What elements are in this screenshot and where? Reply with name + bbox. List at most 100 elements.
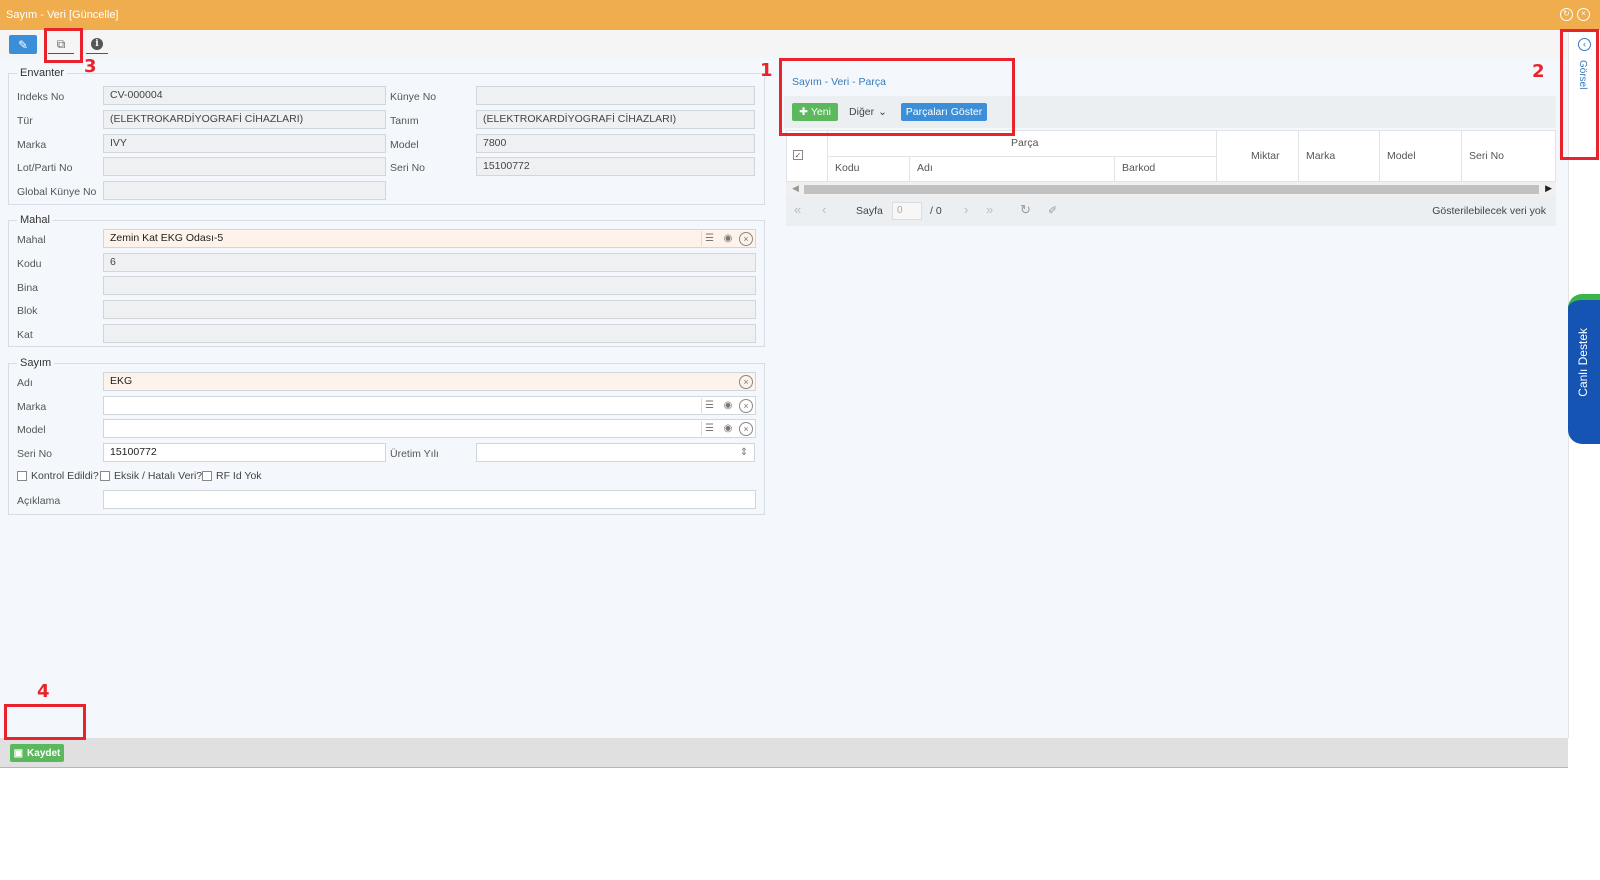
highlight-box-4 [4,704,86,740]
model-label: Model [390,139,419,151]
list-icon[interactable]: ☰ [701,398,717,413]
rfid-checkbox[interactable]: RF Id Yok [202,470,262,482]
mahal-kodu-label: Kodu [17,258,42,270]
kunye-field[interactable] [476,86,755,105]
eye-icon[interactable]: ◉ [720,398,736,413]
first-page-icon[interactable]: « [794,202,801,217]
uretim-field[interactable]: ⇕ [476,443,755,462]
eye-icon[interactable]: ◉ [720,421,736,436]
toolbar: ✎ ⧉ i [0,30,1568,58]
select-all-checkbox[interactable]: ✓ [793,150,803,160]
scroll-right-icon[interactable]: ▶ [1545,183,1552,194]
scrollbar-thumb[interactable] [804,185,1539,194]
rfid-label: RF Id Yok [216,470,262,482]
prev-page-icon[interactable]: ‹ [822,202,826,217]
main-form: ✎ ⧉ i Envanter Indeks No CV-000004 Künye… [0,30,1568,768]
pager: « ‹ Sayfa 0 / 0 › » ↻ ✐ Gösterilebilecek… [786,196,1556,226]
refresh-icon[interactable]: ↻ [1560,8,1573,21]
annotation-4: 4 [37,681,50,702]
tur-label: Tür [17,115,33,127]
tanim-label: Tanım [390,115,419,127]
checkbox-box[interactable] [17,471,27,481]
tur-field[interactable]: (ELEKTROKARDİYOGRAFİ CİHAZLARI) [103,110,386,129]
page-label: Sayfa [856,205,883,217]
clear-icon[interactable]: × [739,374,753,389]
sayim-seri-field[interactable]: 15100772 [103,443,386,462]
marka-field[interactable]: IVY [103,134,386,153]
spinner-icon[interactable]: ⇕ [736,445,752,460]
edit-button[interactable]: ✎ [9,35,37,54]
adi-field[interactable]: EKG × [103,372,756,391]
mahal-label: Mahal [17,234,46,246]
eksik-checkbox[interactable]: Eksik / Hatalı Veri? [100,470,202,482]
clear-icon[interactable]: × [739,421,753,436]
list-icon[interactable]: ☰ [701,421,717,436]
col-barkod[interactable]: Barkod [1122,162,1155,174]
seri-field[interactable]: 15100772 [476,157,755,176]
next-page-icon[interactable]: › [964,202,968,217]
clear-icon[interactable]: × [739,398,753,413]
close-icon[interactable]: × [1577,8,1590,21]
save-button[interactable]: ▣ Kaydet [10,744,64,762]
global-kunye-label: Global Künye No [17,186,97,198]
aciklama-field[interactable] [103,490,756,509]
sayim-legend: Sayım [20,357,52,369]
global-kunye-field[interactable] [103,181,386,200]
indeks-field[interactable]: CV-000004 [103,86,386,105]
col-model[interactable]: Model [1387,150,1416,162]
blok-label: Blok [17,305,38,317]
page-total: / 0 [930,205,942,217]
mahal-field[interactable]: Zemin Kat EKG Odası-5 ☰ ◉ × [103,229,756,248]
col-seri-no[interactable]: Seri No [1469,150,1504,162]
eraser-icon[interactable]: ✐ [1048,204,1057,217]
group-header-parca: Parça [1011,137,1039,149]
highlight-box-2 [1560,29,1599,160]
col-miktar[interactable]: Miktar [1251,150,1280,162]
highlight-box-3 [44,28,83,63]
adi-value: EKG [110,375,133,387]
bina-label: Bina [17,282,39,294]
col-kodu[interactable]: Kodu [835,162,860,174]
checkbox-box[interactable] [202,471,212,481]
kontrol-label: Kontrol Edildi? [31,470,99,482]
live-support-label: Canlı Destek [1576,328,1590,397]
mahal-value: Zemin Kat EKG Odası-5 [110,232,224,244]
annotation-3: 3 [84,56,97,77]
parts-grid: ✓ Parça Kodu Adı Barkod Miktar Marka Mod… [786,130,1556,183]
kat-field[interactable] [103,324,756,343]
tanim-field[interactable]: (ELEKTROKARDİYOGRAFİ CİHAZLARI) [476,110,755,129]
checkbox-box[interactable] [100,471,110,481]
kunye-label: Künye No [390,91,437,103]
live-support-tab[interactable]: Canlı Destek [1568,294,1600,444]
adi-label: Adı [17,377,33,389]
mahal-kodu-field[interactable]: 6 [103,253,756,272]
sayim-model-label: Model [17,424,46,436]
model-field[interactable]: 7800 [476,134,755,153]
bina-field[interactable] [103,276,756,295]
empty-message: Gösterilebilecek veri yok [1432,205,1546,217]
scroll-left-icon[interactable]: ◀ [792,183,799,194]
clear-icon[interactable]: × [739,231,753,246]
window-title-bar: Sayım - Veri [Güncelle] ↻ × [0,0,1600,30]
horizontal-scrollbar[interactable]: ◀ ▶ [786,182,1556,196]
sayim-model-field[interactable]: ☰ ◉ × [103,419,756,438]
lot-field[interactable] [103,157,386,176]
lot-label: Lot/Parti No [17,162,73,174]
window-title: Sayım - Veri [Güncelle] [6,9,119,21]
sayim-marka-field[interactable]: ☰ ◉ × [103,396,756,415]
col-marka[interactable]: Marka [1306,150,1335,162]
page-input[interactable]: 0 [892,202,922,220]
refresh-icon[interactable]: ↻ [1020,202,1031,218]
list-icon[interactable]: ☰ [701,231,717,246]
edit-icon: ✎ [17,37,29,52]
blok-field[interactable] [103,300,756,319]
info-button[interactable]: i [86,35,108,54]
eye-icon[interactable]: ◉ [720,231,736,246]
sayim-seri-label: Seri No [17,448,53,460]
col-adi[interactable]: Adı [917,162,933,174]
kat-label: Kat [17,329,33,341]
kontrol-checkbox[interactable]: Kontrol Edildi? [17,470,99,482]
mahal-legend: Mahal [20,214,50,226]
last-page-icon[interactable]: » [986,202,993,217]
annotation-1: 1 [760,60,773,81]
